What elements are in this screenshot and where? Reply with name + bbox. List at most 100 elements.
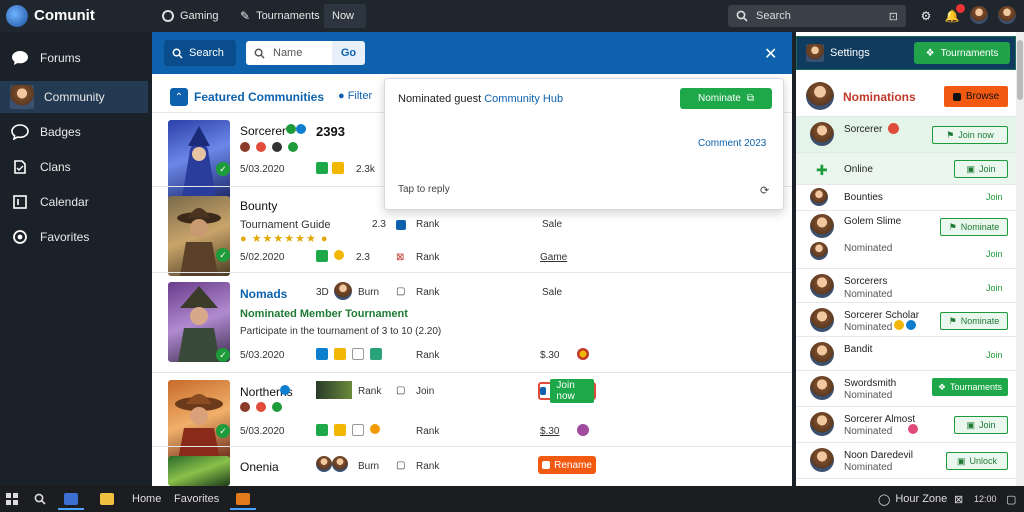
app-icon[interactable] — [236, 490, 250, 508]
avatar-icon — [10, 85, 34, 109]
game-thumbnail[interactable] — [168, 196, 230, 276]
rp-sub: Nominated — [844, 289, 893, 300]
scrollbar[interactable] — [1016, 32, 1024, 486]
topnav-now[interactable]: Now — [324, 4, 366, 28]
square-icon: ▣ — [956, 455, 966, 466]
game-name[interactable]: Nomads — [240, 287, 287, 301]
avatar[interactable] — [998, 6, 1016, 24]
game-stat: Burn — [358, 287, 380, 298]
sidebar-item-forums[interactable]: Forums — [0, 42, 148, 74]
rename-button[interactable]: Rename — [538, 456, 596, 474]
popup-link[interactable]: Comment 2023 — [698, 138, 766, 149]
chat-icon[interactable]: ▢ — [396, 460, 405, 471]
avatar[interactable] — [332, 456, 348, 472]
folder-icon[interactable] — [100, 490, 114, 508]
chevron-icon: ⧉ — [746, 93, 754, 104]
topnav-gaming[interactable]: Gaming — [154, 4, 227, 28]
sidebar-item-community[interactable]: Community — [0, 81, 148, 113]
avatar[interactable] — [970, 6, 988, 24]
scrollbar-thumb[interactable] — [1017, 40, 1023, 100]
avatar[interactable] — [810, 412, 834, 436]
taskbar-item-favorites[interactable]: Favorites — [174, 490, 219, 508]
search-go-button[interactable]: Go — [332, 41, 365, 65]
divider — [152, 272, 792, 273]
game-col4-link[interactable]: Game — [540, 252, 567, 263]
game-col3: Join — [416, 386, 435, 397]
avatar[interactable] — [316, 456, 332, 472]
avatar[interactable] — [810, 122, 834, 146]
rp-status[interactable]: Join — [986, 283, 1003, 293]
chat-icon[interactable]: ▢ — [396, 286, 405, 297]
search-icon — [172, 48, 183, 59]
tournaments-button[interactable]: ❖ Tournaments — [932, 378, 1008, 396]
game-name[interactable]: Bounty — [240, 199, 277, 213]
app-logo-icon[interactable] — [6, 5, 28, 27]
unlock-button[interactable]: ▣ Unlock — [946, 452, 1008, 470]
settings-icon[interactable]: ⚙ — [917, 7, 935, 25]
tray[interactable]: ◯ Hour Zone — [878, 490, 947, 508]
active-indicator — [58, 508, 84, 510]
game-date: 5/03.2020 — [240, 164, 285, 175]
app-icon[interactable] — [64, 490, 78, 508]
clear-icon[interactable]: ⊡ — [889, 10, 898, 23]
sidebar-item-favorites[interactable]: Favorites — [0, 221, 148, 253]
refresh-icon[interactable]: ⟳ — [760, 184, 769, 197]
windows-start-icon[interactable] — [6, 490, 18, 508]
rp-status[interactable]: Join — [986, 192, 1003, 202]
avatar[interactable] — [810, 274, 834, 298]
taskbar-item-home[interactable]: Home — [132, 490, 161, 508]
game-tags — [316, 348, 382, 360]
avatar[interactable] — [810, 342, 834, 366]
sidebar-item-clans[interactable]: Clans — [0, 151, 148, 183]
nominate-button[interactable]: Nominate ⧉ — [680, 88, 772, 109]
name-search-input[interactable]: Name — [246, 41, 332, 65]
list-item[interactable] — [796, 185, 1016, 211]
game-thumbnail[interactable] — [168, 380, 230, 460]
star-icon — [10, 227, 30, 247]
nominate-button[interactable]: ⚑ Nominate — [940, 218, 1008, 236]
rp-status[interactable]: Join — [986, 249, 1003, 259]
search-icon[interactable] — [34, 490, 46, 508]
game-thumbnail[interactable] — [168, 120, 230, 200]
sidebar-item-calendar[interactable]: Calendar — [0, 186, 148, 218]
sound-icon[interactable]: ⊠ — [954, 490, 963, 508]
game-col3: Rank — [416, 350, 440, 361]
game-thumbnail[interactable] — [168, 456, 230, 486]
rp-name: Golem Slime — [844, 216, 902, 227]
chat-icon[interactable]: ▢ — [396, 385, 405, 396]
section-filter-link[interactable]: ● Filter — [338, 90, 372, 102]
close-icon[interactable]: ✕ — [764, 44, 777, 64]
chat-icon[interactable]: ▢ — [1006, 490, 1016, 508]
avatar[interactable] — [810, 308, 834, 332]
rp-name: Sorcerers — [844, 276, 888, 287]
browse-button[interactable]: Browse — [944, 86, 1008, 107]
status-dot — [296, 124, 306, 134]
popup-title-link[interactable]: Community Hub — [484, 93, 563, 105]
shield-icon — [542, 461, 551, 469]
avatar[interactable] — [810, 188, 828, 206]
flag-icon: ⚑ — [948, 221, 957, 232]
avatar[interactable] — [806, 82, 834, 110]
top-search-input[interactable]: Search ⊡ — [728, 5, 906, 27]
avatar[interactable] — [806, 44, 824, 62]
avatar[interactable] — [810, 214, 834, 238]
avatar[interactable] — [810, 448, 834, 472]
sidebar-item-badges[interactable]: Badges — [0, 116, 148, 148]
game-name[interactable]: Sorcerer — [240, 124, 286, 138]
game-name[interactable]: Onenia — [240, 460, 279, 474]
rp-status[interactable]: Join — [986, 350, 1003, 360]
topnav-tournaments[interactable]: ✎ Tournaments — [232, 4, 328, 28]
search-tab-button[interactable]: Search — [164, 40, 236, 66]
nominate-button[interactable]: ⚑ Nominate — [940, 312, 1008, 330]
avatar[interactable] — [810, 242, 828, 260]
shield-icon — [10, 157, 30, 177]
join-now-button[interactable]: Join now — [538, 379, 596, 403]
avatar[interactable] — [334, 282, 352, 300]
join-button[interactable]: ▣ Join — [954, 416, 1008, 434]
tournaments-button[interactable]: ❖ Tournaments — [914, 42, 1010, 64]
section-title: Featured Communities — [194, 90, 325, 104]
chat-icon — [10, 48, 30, 68]
join-now-button[interactable]: ⚑ Join now — [932, 126, 1008, 144]
join-button[interactable]: ▣ Join — [954, 160, 1008, 178]
avatar[interactable] — [810, 376, 834, 400]
